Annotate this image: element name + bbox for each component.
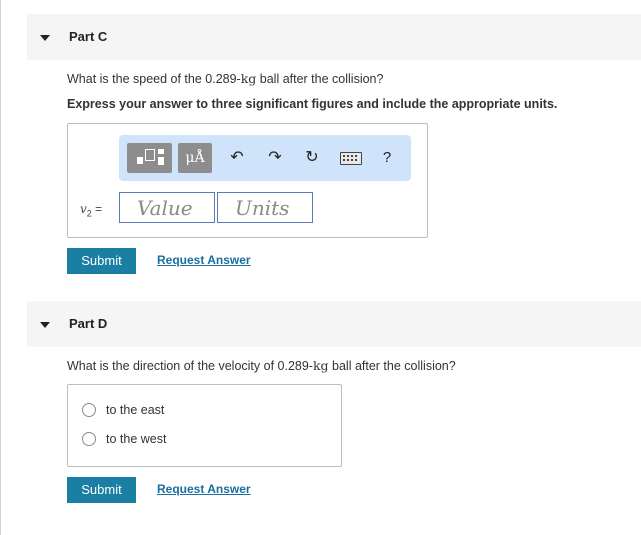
triangle-down-icon[interactable] [40,322,50,328]
help-icon[interactable]: ? [377,148,397,168]
undo-icon[interactable]: ↶ [227,148,247,168]
equation-toolbar: μÅ ↶ ↷ ↻ ? [119,135,411,181]
submit-button-c[interactable]: Submit [67,248,136,274]
radio-button[interactable] [82,432,96,446]
request-answer-link-c[interactable]: Request Answer [157,253,251,267]
radio-button[interactable] [82,403,96,417]
question-prefix: What is the direction of the velocity of… [67,359,313,373]
value-input[interactable]: Value [119,192,215,223]
part-d-header[interactable]: Part D [27,301,641,347]
part-d-title: Part D [69,316,108,331]
submit-button-d[interactable]: Submit [67,477,136,503]
choice-label: to the east [106,403,165,417]
mass-unit: kg [240,71,257,86]
choices-box: to the east to the west [67,384,342,467]
mass-unit: kg [312,358,329,373]
reset-icon[interactable]: ↻ [302,148,322,168]
units-input[interactable]: Units [217,192,313,223]
units-button[interactable]: μÅ [178,143,212,173]
answer-box: μÅ ↶ ↷ ↻ ? v2 = Value Units [67,123,428,238]
choice-label: to the west [106,432,167,446]
part-d-question: What is the direction of the velocity of… [67,358,456,373]
templates-icon [137,157,143,164]
part-c-instruction: Express your answer to three significant… [67,97,558,111]
variable-symbol: v [80,202,87,216]
left-border [0,0,1,535]
equals-sign: = [91,202,103,216]
part-c-title: Part C [69,29,108,44]
question-suffix: ball after the collision? [328,359,456,373]
part-c-question: What is the speed of the 0.289-kg ball a… [67,71,383,86]
question-prefix: What is the speed of the 0.289- [67,72,241,86]
templates-button[interactable] [127,143,172,173]
part-c-header[interactable]: Part C [27,14,641,60]
redo-icon[interactable]: ↷ [265,148,285,168]
keyboard-icon[interactable] [340,152,362,165]
variable-label: v2 = [80,202,102,218]
question-suffix: ball after the collision? [256,72,384,86]
triangle-down-icon[interactable] [40,35,50,41]
request-answer-link-d[interactable]: Request Answer [157,482,251,496]
